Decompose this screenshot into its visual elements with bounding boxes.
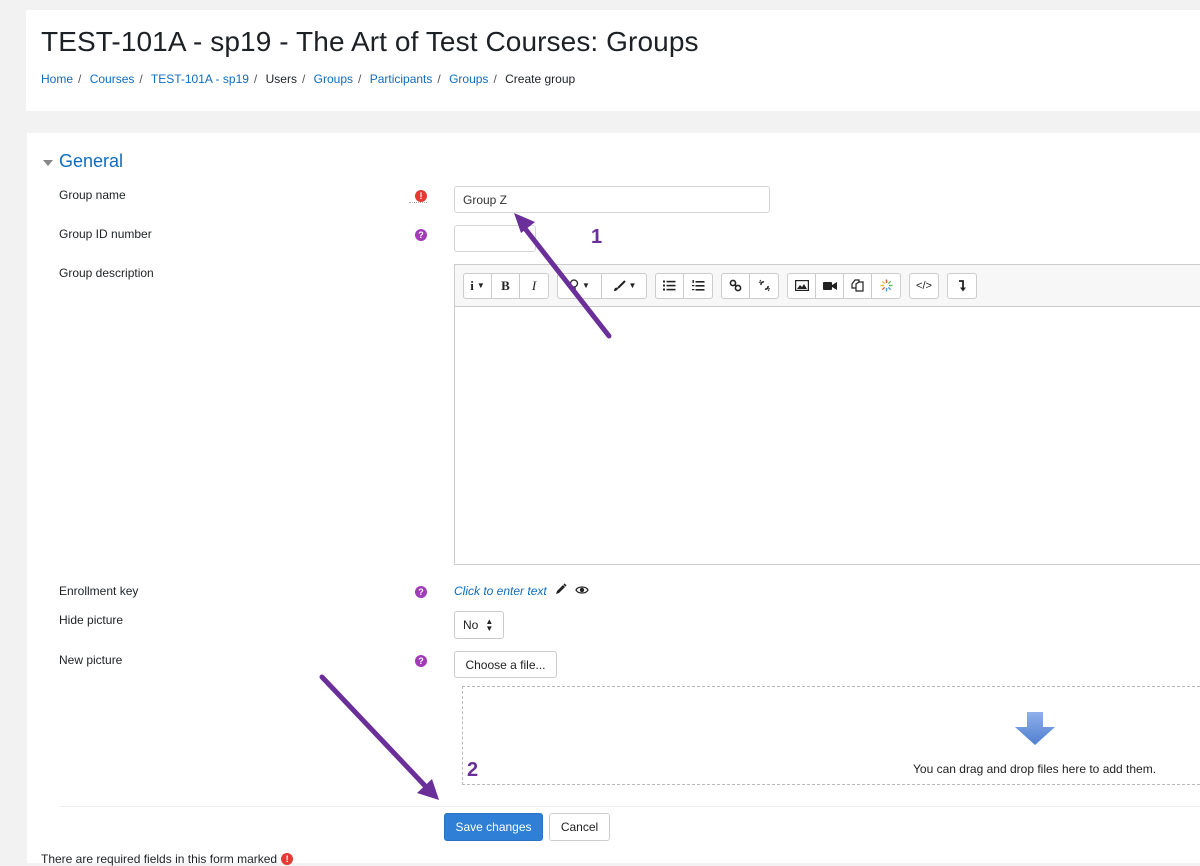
group-id-label: Group ID number [59,227,152,241]
info-paragraph-button[interactable]: i ▼ [464,273,492,298]
enrollment-key-label: Enrollment key [59,584,139,598]
breadcrumb-participants[interactable]: Participants [370,72,433,86]
media-button[interactable] [872,274,900,298]
toolbar-group-lists [655,272,713,299]
toolbar-group-links [721,272,779,299]
editor-toolbar: i ▼ B I ▼ ▼ </> [455,265,1200,307]
image-icon [794,280,809,291]
pencil-icon[interactable] [555,583,567,598]
help-icon[interactable]: ? [415,655,427,667]
video-button[interactable] [816,273,844,298]
breadcrumb-home[interactable]: Home [41,72,73,86]
create-group-form: General Group name ! Group ID number ? G… [27,133,1200,863]
lightbulb-button[interactable]: ▼ [558,273,602,298]
drop-zone-text: You can drag and drop files here to add … [913,762,1157,776]
save-changes-button[interactable]: Save changes [444,813,543,841]
group-name-input[interactable] [454,186,770,213]
help-icon[interactable]: ? [415,586,427,598]
ordered-list-button[interactable] [684,274,712,298]
breadcrumb: Home / Courses / TEST-101A - sp19/ Users / … [41,72,576,86]
toolbar-group-expand [947,272,977,299]
expand-arrow-icon [959,279,966,291]
select-updown-icon: ▲ ▼ [485,617,494,633]
new-picture-label: New picture [59,653,123,667]
required-note-text: There are required fields in this form m… [41,852,278,866]
lightbulb-icon [569,279,579,291]
annotation-number-2: 2 [467,759,479,781]
hide-picture-selected: No [463,618,479,632]
hide-picture-select[interactable]: No ▲ ▼ [454,611,504,639]
group-description-label: Group description [59,266,154,280]
media-icon [880,279,892,292]
bold-icon: B [501,277,510,293]
choose-file-button[interactable]: Choose a file... [454,651,557,678]
breadcrumb-courses[interactable]: Courses [90,72,135,86]
enrollment-key-field[interactable]: Click to enter text [454,583,589,598]
collapse-caret-icon [43,159,53,166]
brush-button[interactable]: ▼ [602,274,646,298]
manage-files-button[interactable] [844,273,872,298]
breadcrumb-groups[interactable]: Groups [314,72,353,86]
italic-icon: I [531,277,537,293]
enrollment-key-inplace-text[interactable]: Click to enter text [454,584,547,598]
video-icon [822,281,837,290]
eye-icon[interactable] [574,584,589,598]
breadcrumb-create-group: Create group [505,72,576,86]
annotation-number-1: 1 [591,226,603,248]
ordered-list-icon [691,279,704,291]
description-editor-content[interactable] [455,308,1200,564]
unordered-list-icon [663,280,676,291]
group-name-label: Group name [59,188,126,202]
section-general-toggle[interactable]: General [43,151,123,172]
info-icon: i [470,277,474,293]
section-title: General [59,151,124,171]
brush-icon [613,279,626,291]
breadcrumb-users: Users [265,72,297,86]
required-underline [409,202,427,203]
required-fields-note: There are required fields in this form m… [41,852,294,866]
group-id-input[interactable] [454,225,536,252]
expand-toolbar-button[interactable] [948,274,976,298]
italic-button[interactable]: I [520,274,548,298]
file-drop-zone[interactable]: You can drag and drop files here to add … [462,686,1200,785]
drop-arrow-icon [1015,712,1055,745]
link-button[interactable] [722,273,750,298]
image-button[interactable] [788,273,816,298]
manage-files-icon [851,279,864,292]
toolbar-group-style: i ▼ B I [463,272,549,299]
unlink-icon [758,279,770,292]
unlink-button[interactable] [750,274,778,298]
html-button[interactable]: </> [910,274,938,298]
form-divider [59,806,1200,807]
toolbar-group-tools: ▼ ▼ [557,272,647,299]
toolbar-group-media [787,272,901,299]
link-icon [729,279,742,292]
required-icon: ! [415,190,427,202]
code-icon: </> [916,279,932,292]
breadcrumb-course[interactable]: TEST-101A - sp19 [151,72,249,86]
toolbar-group-html: </> [909,272,939,299]
page-title: TEST-101A - sp19 - The Art of Test Cours… [41,26,699,57]
help-icon[interactable]: ? [415,229,427,241]
description-editor: i ▼ B I ▼ ▼ </> [454,264,1200,565]
bold-button[interactable]: B [492,273,520,298]
breadcrumb-groups-2[interactable]: Groups [449,72,488,86]
page-header: TEST-101A - sp19 - The Art of Test Cours… [26,10,1200,111]
required-icon: ! [281,853,294,865]
cancel-button[interactable]: Cancel [549,813,610,841]
unordered-list-button[interactable] [656,273,684,298]
hide-picture-label: Hide picture [59,613,124,627]
